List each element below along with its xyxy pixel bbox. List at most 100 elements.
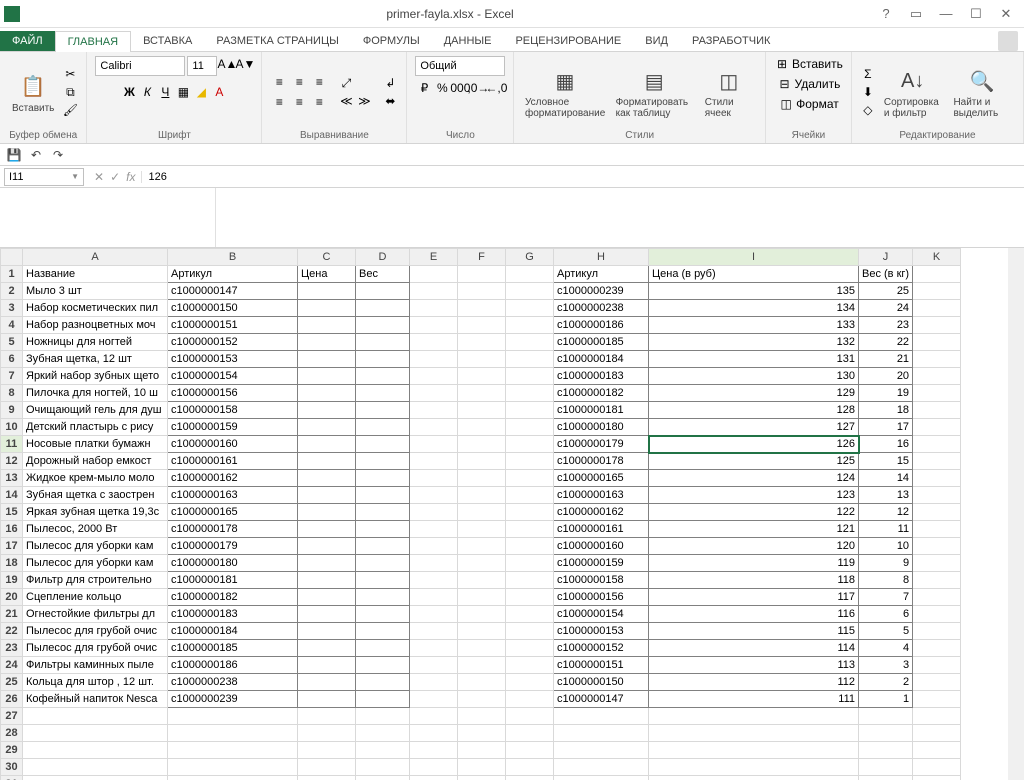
cell-I10[interactable]: 127 <box>649 419 859 436</box>
cell-B13[interactable]: с1000000162 <box>168 470 298 487</box>
cell-A29[interactable] <box>23 742 168 759</box>
row-header-4[interactable]: 4 <box>1 317 23 334</box>
cell-A23[interactable]: Пылесос для грубой очис <box>23 640 168 657</box>
cond-format-button[interactable]: ▦ Условное форматирование <box>522 59 607 125</box>
row-header-30[interactable]: 30 <box>1 759 23 776</box>
cell-B22[interactable]: с1000000184 <box>168 623 298 640</box>
cell-E19[interactable] <box>410 572 458 589</box>
cell-A17[interactable]: Пылесос для уборки кам <box>23 538 168 555</box>
cell-F14[interactable] <box>458 487 506 504</box>
cell-B18[interactable]: с1000000180 <box>168 555 298 572</box>
row-header-19[interactable]: 19 <box>1 572 23 589</box>
accept-formula-icon[interactable]: ✓ <box>110 170 120 184</box>
format-table-button[interactable]: ▤ Форматировать как таблицу <box>612 59 697 125</box>
cell-C30[interactable] <box>298 759 356 776</box>
tab-formulas[interactable]: ФОРМУЛЫ <box>351 31 432 51</box>
cell-K1[interactable] <box>913 266 961 283</box>
cell-F6[interactable] <box>458 351 506 368</box>
cell-C27[interactable] <box>298 708 356 725</box>
cell-H29[interactable] <box>554 742 649 759</box>
cell-K11[interactable] <box>913 436 961 453</box>
cell-F23[interactable] <box>458 640 506 657</box>
cell-H12[interactable]: с1000000178 <box>554 453 649 470</box>
cell-C20[interactable] <box>298 589 356 606</box>
row-header-3[interactable]: 3 <box>1 300 23 317</box>
cell-E11[interactable] <box>410 436 458 453</box>
cell-E7[interactable] <box>410 368 458 385</box>
align-left-icon[interactable]: ≡ <box>270 93 288 111</box>
cell-G3[interactable] <box>506 300 554 317</box>
cell-A4[interactable]: Набор разноцветных моч <box>23 317 168 334</box>
cell-E26[interactable] <box>410 691 458 708</box>
row-header-22[interactable]: 22 <box>1 623 23 640</box>
cell-B15[interactable]: с1000000165 <box>168 504 298 521</box>
cell-H8[interactable]: с1000000182 <box>554 385 649 402</box>
sort-filter-button[interactable]: A↓ Сортировка и фильтр <box>880 59 946 125</box>
clear-icon[interactable]: ◇ <box>860 102 876 118</box>
inc-decimal-icon[interactable]: ,0→ <box>470 80 486 96</box>
cell-H6[interactable]: с1000000184 <box>554 351 649 368</box>
row-header-25[interactable]: 25 <box>1 674 23 691</box>
cell-H2[interactable]: с1000000239 <box>554 283 649 300</box>
cell-H11[interactable]: с1000000179 <box>554 436 649 453</box>
cell-E24[interactable] <box>410 657 458 674</box>
row-header-6[interactable]: 6 <box>1 351 23 368</box>
cell-F30[interactable] <box>458 759 506 776</box>
find-select-button[interactable]: 🔍 Найти и выделить <box>949 59 1015 125</box>
cell-K16[interactable] <box>913 521 961 538</box>
cell-H15[interactable]: с1000000162 <box>554 504 649 521</box>
cell-I20[interactable]: 117 <box>649 589 859 606</box>
cell-H7[interactable]: с1000000183 <box>554 368 649 385</box>
cell-D9[interactable] <box>356 402 410 419</box>
cell-I14[interactable]: 123 <box>649 487 859 504</box>
cell-D23[interactable] <box>356 640 410 657</box>
cell-E8[interactable] <box>410 385 458 402</box>
cell-A13[interactable]: Жидкое крем-мыло моло <box>23 470 168 487</box>
cell-E1[interactable] <box>410 266 458 283</box>
cell-H9[interactable]: с1000000181 <box>554 402 649 419</box>
cell-F4[interactable] <box>458 317 506 334</box>
cell-K5[interactable] <box>913 334 961 351</box>
cell-B7[interactable]: с1000000154 <box>168 368 298 385</box>
cell-B12[interactable]: с1000000161 <box>168 453 298 470</box>
cell-D3[interactable] <box>356 300 410 317</box>
fill-color-button[interactable]: ◢ <box>193 84 209 100</box>
cell-K24[interactable] <box>913 657 961 674</box>
cell-I21[interactable]: 116 <box>649 606 859 623</box>
cell-I19[interactable]: 118 <box>649 572 859 589</box>
cell-J28[interactable] <box>859 725 913 742</box>
cell-G5[interactable] <box>506 334 554 351</box>
wrap-text-icon[interactable]: ↲ <box>382 75 398 91</box>
cell-K14[interactable] <box>913 487 961 504</box>
cell-J13[interactable]: 14 <box>859 470 913 487</box>
cell-E18[interactable] <box>410 555 458 572</box>
cell-D30[interactable] <box>356 759 410 776</box>
cell-J5[interactable]: 22 <box>859 334 913 351</box>
col-header-G[interactable]: G <box>506 249 554 266</box>
cell-F27[interactable] <box>458 708 506 725</box>
row-header-2[interactable]: 2 <box>1 283 23 300</box>
cell-A24[interactable]: Фильтры каминных пыле <box>23 657 168 674</box>
row-header-21[interactable]: 21 <box>1 606 23 623</box>
cell-B2[interactable]: с1000000147 <box>168 283 298 300</box>
cell-F16[interactable] <box>458 521 506 538</box>
cell-J17[interactable]: 10 <box>859 538 913 555</box>
cell-D6[interactable] <box>356 351 410 368</box>
cell-G25[interactable] <box>506 674 554 691</box>
cell-D17[interactable] <box>356 538 410 555</box>
cell-K7[interactable] <box>913 368 961 385</box>
cell-G18[interactable] <box>506 555 554 572</box>
cell-K22[interactable] <box>913 623 961 640</box>
cell-J20[interactable]: 7 <box>859 589 913 606</box>
cell-K25[interactable] <box>913 674 961 691</box>
cell-D8[interactable] <box>356 385 410 402</box>
row-header-26[interactable]: 26 <box>1 691 23 708</box>
cell-E14[interactable] <box>410 487 458 504</box>
cell-H31[interactable] <box>554 776 649 780</box>
row-header-24[interactable]: 24 <box>1 657 23 674</box>
cell-H26[interactable]: с1000000147 <box>554 691 649 708</box>
italic-button[interactable]: К <box>139 84 155 100</box>
cell-K13[interactable] <box>913 470 961 487</box>
cell-J10[interactable]: 17 <box>859 419 913 436</box>
cell-K26[interactable] <box>913 691 961 708</box>
